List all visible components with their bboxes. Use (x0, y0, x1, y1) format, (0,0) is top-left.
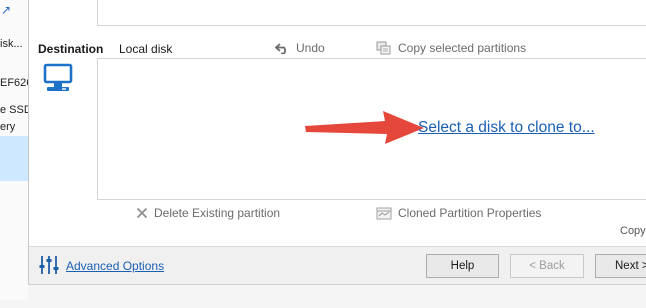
background-window: ↗ isk... EF626 e SSD ( ery (0, 0, 39, 300)
source-disk-panel (97, 0, 646, 26)
undo-button[interactable]: Undo (275, 41, 325, 55)
next-button[interactable]: Next > (595, 254, 646, 278)
screen-bottom-frame (0, 300, 646, 308)
copy-selected-partitions-button[interactable]: Copy selected partitions (376, 41, 526, 55)
screen: ↗ isk... EF626 e SSD ( ery Destination L… (0, 0, 646, 308)
partition-properties-icon (376, 207, 392, 220)
clone-dialog: Destination Local disk Undo Copy selecte… (28, 0, 646, 285)
copy-selected-label: Copy selected partitions (398, 41, 527, 55)
copy-label-fragment: Copy (620, 225, 646, 237)
help-button[interactable]: Help (426, 254, 499, 278)
background-item[interactable]: isk... (0, 38, 23, 50)
delete-label: Delete Existing partition (154, 206, 281, 220)
undo-label: Undo (296, 41, 325, 55)
chevron-icon: ↗ (1, 3, 12, 17)
back-button[interactable]: < Back (510, 254, 584, 278)
red-arrow (301, 110, 426, 149)
undo-icon (275, 42, 290, 54)
background-item: ery (0, 121, 16, 133)
destination-label: Destination (38, 42, 104, 56)
disk-name: Local disk (119, 42, 173, 56)
advanced-options-link[interactable]: Advanced Options (66, 259, 164, 273)
cloned-partition-properties-button[interactable]: Cloned Partition Properties (376, 206, 541, 220)
delete-x-icon (136, 207, 148, 219)
monitor-icon (43, 63, 73, 96)
advanced-options-sliders-icon[interactable] (38, 254, 60, 279)
dialog-footer: Advanced Options Help < Back Next > (29, 246, 646, 285)
delete-existing-partition-button[interactable]: Delete Existing partition (136, 206, 280, 220)
background-selected-row[interactable] (0, 136, 29, 181)
copy-partitions-icon (376, 41, 392, 55)
select-disk-to-clone-link[interactable]: Select a disk to clone to... (418, 119, 595, 137)
cloned-props-label: Cloned Partition Properties (398, 206, 542, 220)
